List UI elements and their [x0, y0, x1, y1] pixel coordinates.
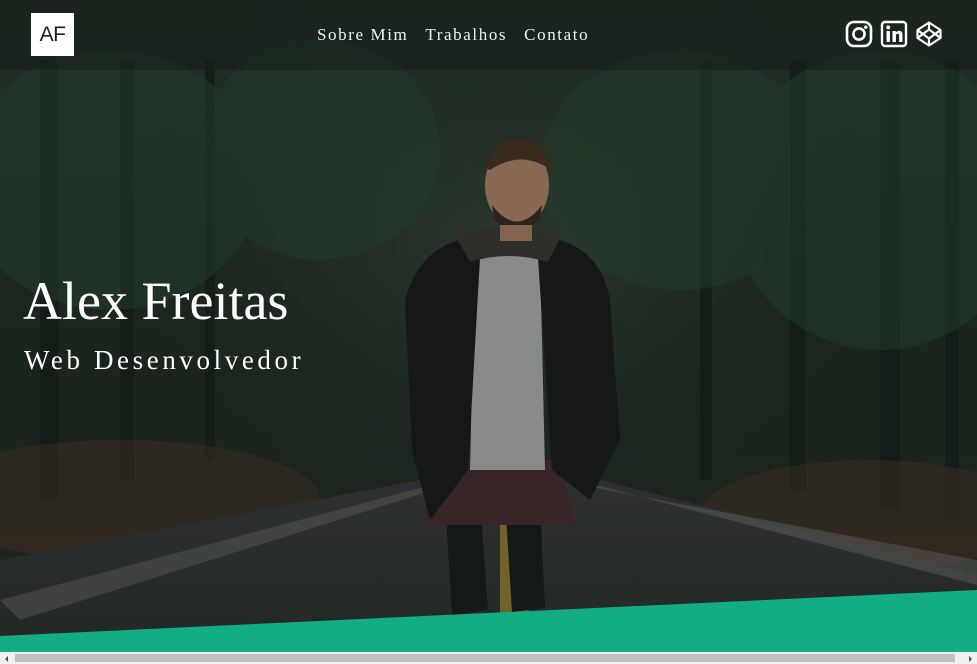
instagram-link[interactable] — [845, 20, 873, 48]
nav-link-sobre-mim[interactable]: Sobre Mim — [317, 23, 408, 47]
linkedin-link[interactable] — [880, 20, 908, 48]
top-navbar: AF Sobre Mim Trabalhos Contato — [0, 0, 977, 70]
social-links — [845, 20, 943, 49]
horizontal-scrollbar[interactable] — [0, 652, 977, 664]
scroll-right-button[interactable] — [963, 652, 977, 664]
instagram-icon — [845, 20, 873, 48]
codepen-link[interactable] — [915, 20, 943, 48]
linkedin-icon — [880, 20, 908, 48]
scroll-left-button[interactable] — [0, 652, 14, 664]
nav-link-trabalhos[interactable]: Trabalhos — [425, 23, 507, 47]
codepen-icon — [916, 21, 942, 47]
arrow-left-icon — [5, 656, 8, 662]
nav-link-contato[interactable]: Contato — [524, 23, 589, 47]
scroll-thumb[interactable] — [15, 654, 955, 662]
hero-background-photo — [0, 0, 977, 664]
hero-title: Alex Freitas — [23, 271, 289, 331]
hero-subtitle: Web Desenvolvedor — [24, 345, 305, 375]
logo[interactable]: AF — [31, 13, 74, 56]
arrow-right-icon — [969, 656, 972, 662]
page: AF Sobre Mim Trabalhos Contato Alex Frei… — [0, 0, 977, 664]
main-nav: Sobre Mim Trabalhos Contato — [317, 23, 589, 47]
